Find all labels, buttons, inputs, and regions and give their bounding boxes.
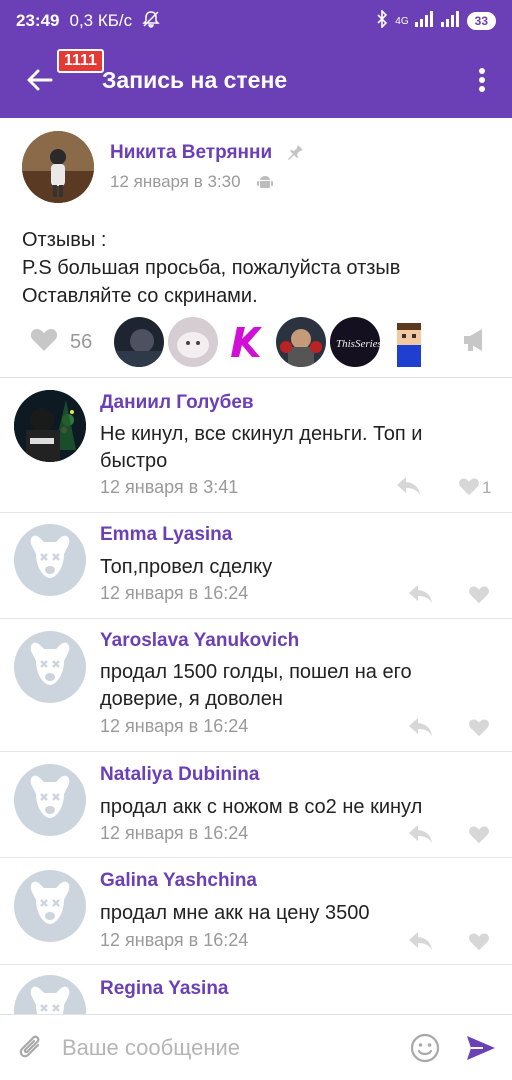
- liker-avatar: [222, 317, 273, 367]
- signal-icon-2: [440, 10, 461, 32]
- wall-post: Никита Ветрянни 12 января в 3:30 Отзывы …: [0, 118, 512, 378]
- emoji-button[interactable]: [400, 1033, 450, 1063]
- smiley-icon: [410, 1033, 440, 1062]
- heart-icon: [30, 329, 58, 351]
- more-options-button[interactable]: [452, 42, 512, 118]
- comment-text: продал акк с ножом в со2 не кинул: [100, 796, 423, 818]
- paperclip-icon: [19, 1035, 40, 1057]
- status-time: 23:49: [16, 11, 60, 30]
- commenter-name[interactable]: Даниил Голубев: [100, 392, 254, 414]
- default-avatar-icon[interactable]: [14, 631, 86, 703]
- megaphone-icon: [464, 328, 482, 351]
- like-button[interactable]: [30, 327, 58, 357]
- comment-text: Топ,провел сделку: [100, 556, 273, 578]
- commenter-avatar[interactable]: [14, 390, 86, 462]
- signal-icon: [414, 10, 435, 32]
- default-avatar-icon[interactable]: [14, 764, 86, 836]
- comment-date: 12 января в 16:24: [100, 716, 249, 736]
- heart-icon: [469, 933, 489, 951]
- message-input[interactable]: [62, 1034, 372, 1061]
- heart-icon: [459, 478, 479, 496]
- comment-like-button[interactable]: [458, 477, 480, 501]
- comment-like-button[interactable]: [468, 932, 490, 956]
- reply-button[interactable]: [408, 717, 434, 742]
- heart-icon: [469, 826, 489, 844]
- comment-like-button[interactable]: [468, 825, 490, 849]
- liker-avatar: [384, 317, 435, 367]
- commenter-name[interactable]: Yaroslava Yanukovich: [100, 630, 299, 652]
- default-avatar-icon[interactable]: [14, 524, 86, 596]
- liker-avatar: [168, 317, 219, 367]
- android-icon: [257, 174, 273, 195]
- comment-date: 12 января в 16:24: [100, 823, 249, 843]
- liker-avatar: ThisSeries: [330, 317, 381, 367]
- notification-badge: 1111: [57, 49, 104, 73]
- post-actions: 56 ThisSeries: [30, 316, 490, 368]
- post-text-line: Оставляйте со скринами.: [22, 285, 258, 307]
- liker-avatar: [114, 317, 165, 367]
- reply-button[interactable]: [408, 931, 434, 956]
- comment: Даниил Голубев Не кинул, все скинул день…: [0, 378, 512, 513]
- liker-avatar: [276, 317, 327, 367]
- comment: Emma Lyasina Топ,провел сделку 12 января…: [0, 513, 512, 619]
- comment-text: продал 1500 голды, пошел на его доверие,…: [100, 661, 412, 710]
- likers-list[interactable]: ThisSeries: [114, 317, 435, 367]
- post-text-line: Отзывы :: [22, 229, 107, 251]
- comment-date: 12 января в 3:41: [100, 477, 239, 497]
- heart-icon: [469, 586, 489, 604]
- like-count: 56: [70, 330, 93, 353]
- reply-button[interactable]: [396, 476, 422, 501]
- commenter-name[interactable]: Nataliya Dubinina: [100, 764, 259, 786]
- author-avatar[interactable]: [22, 131, 94, 203]
- post-date: 12 января в 3:30: [110, 172, 241, 191]
- svg-text:ThisSeries: ThisSeries: [336, 338, 380, 350]
- comment-like-count: 1: [482, 478, 492, 497]
- comment: Nataliya Dubinina продал акк с ножом в с…: [0, 752, 512, 858]
- message-composer: [0, 1014, 512, 1080]
- commenter-name[interactable]: Galina Yashchina: [100, 870, 257, 892]
- author-name[interactable]: Никита Ветрянни: [110, 142, 272, 164]
- commenter-name[interactable]: Emma Lyasina: [100, 524, 232, 546]
- comment-date: 12 января в 16:24: [100, 930, 249, 950]
- reply-button[interactable]: [408, 584, 434, 609]
- send-icon: [467, 1035, 495, 1060]
- post-text: Отзывы : P.S большая просьба, пожалуйста…: [22, 226, 400, 310]
- app-bar: 1111 Запись на стене: [0, 42, 512, 118]
- reply-icon: [409, 825, 432, 843]
- comment-like-button[interactable]: [468, 718, 490, 742]
- reply-icon: [397, 477, 420, 495]
- comment-date: 12 января в 16:24: [100, 583, 249, 603]
- kebab-menu-icon: [479, 68, 485, 92]
- comment-text: продал мне акк на цену 3500: [100, 902, 370, 924]
- default-avatar-icon[interactable]: [14, 870, 86, 942]
- send-button[interactable]: [450, 1034, 512, 1062]
- post-text-line: P.S большая просьба, пожалуйста отзыв: [22, 257, 401, 279]
- status-speed: 0,3 КБ/с: [69, 11, 133, 30]
- reply-button[interactable]: [408, 824, 434, 849]
- status-bar: 23:49 0,3 КБ/с 4G 33: [0, 0, 512, 42]
- pin-icon: [288, 144, 304, 163]
- comment-text: Не кинул, все скинул деньги. Топ и быстр…: [100, 423, 423, 472]
- comment: Yaroslava Yanukovich продал 1500 голды, …: [0, 619, 512, 752]
- battery-indicator: 33: [466, 12, 496, 30]
- mute-icon: [142, 10, 160, 33]
- page-title: Запись на стене: [102, 66, 288, 93]
- reply-icon: [409, 932, 432, 950]
- comment-like-button[interactable]: [468, 585, 490, 609]
- reply-icon: [409, 718, 432, 736]
- commenter-name[interactable]: Regina Yasina: [100, 978, 229, 1000]
- heart-icon: [469, 719, 489, 737]
- comment: Galina Yashchina продал мне акк на цену …: [0, 858, 512, 965]
- arrow-left-icon: [27, 69, 53, 91]
- network-label: 4G: [395, 15, 409, 27]
- share-button[interactable]: [462, 328, 490, 357]
- attach-button[interactable]: [0, 1033, 62, 1063]
- bluetooth-icon: [375, 8, 389, 33]
- reply-icon: [409, 585, 432, 603]
